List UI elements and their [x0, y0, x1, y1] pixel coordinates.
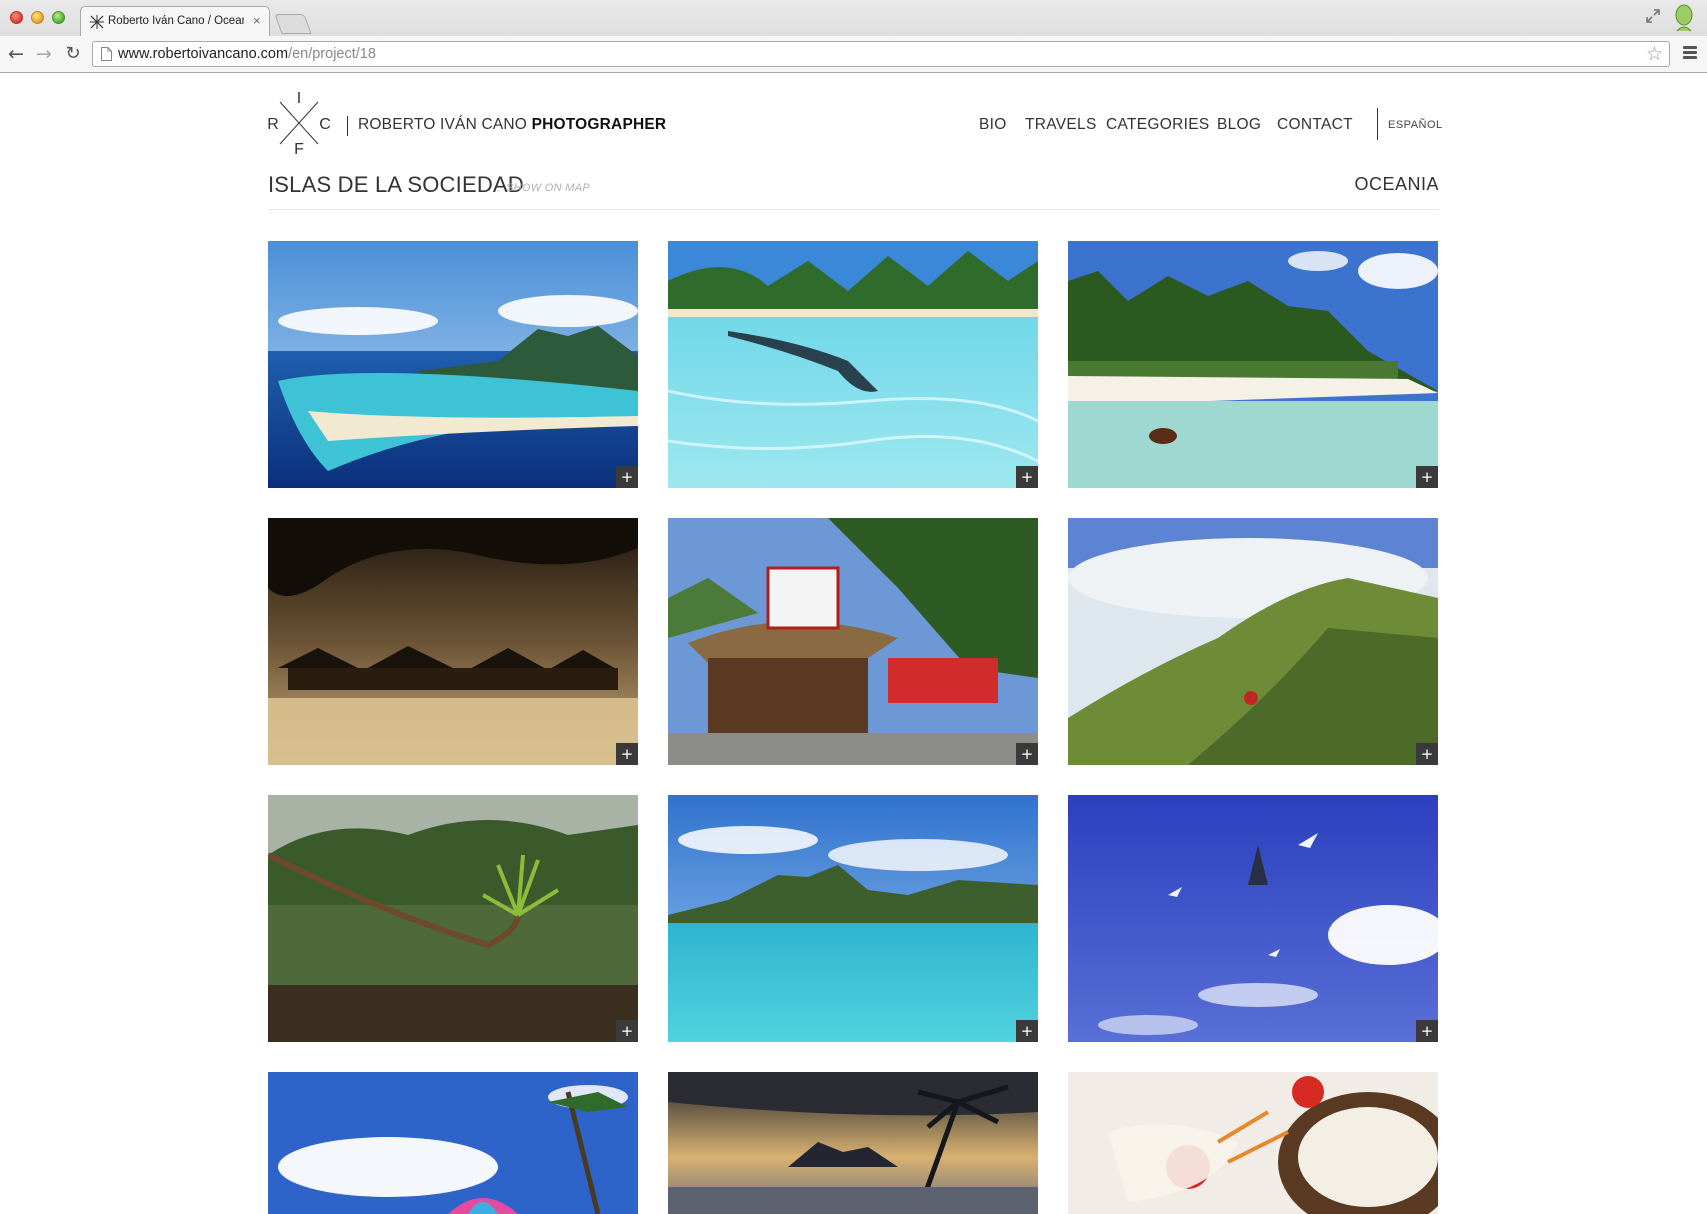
- nav-travels[interactable]: TRAVELS: [1025, 116, 1097, 134]
- nav-bio[interactable]: BIO: [979, 116, 1007, 134]
- photo-image: [668, 1072, 1038, 1214]
- photo-beach-with-dog[interactable]: +: [1068, 241, 1438, 488]
- photo-poisson-cru-coconut[interactable]: [1068, 1072, 1438, 1214]
- photo-beach-umbrellas[interactable]: [268, 1072, 638, 1214]
- profile-avatar-icon[interactable]: [1674, 4, 1694, 32]
- site-favicon-icon: [90, 15, 104, 29]
- photo-image: [1068, 518, 1438, 765]
- minimize-window-button[interactable]: [31, 11, 44, 24]
- photo-bora-bora-aerial[interactable]: +: [268, 241, 638, 488]
- project-title: ISLAS DE LA SOCIEDAD: [268, 172, 524, 197]
- new-tab-button[interactable]: [274, 14, 312, 34]
- close-window-button[interactable]: [10, 11, 23, 24]
- logo-letter-right: C: [319, 116, 330, 133]
- photo-image: [668, 795, 1038, 1042]
- nav-categories[interactable]: CATEGORIES: [1106, 116, 1209, 134]
- forward-arrow-icon[interactable]: →: [34, 44, 54, 64]
- photo-jungle-pandanus[interactable]: +: [268, 795, 638, 1042]
- photo-tiki-souvenir-shop[interactable]: +: [668, 518, 1038, 765]
- browser-toolbar: ← → ↻ www.robertoivancano.com/en/project…: [0, 36, 1707, 72]
- photo-sunset-palms[interactable]: [668, 1072, 1038, 1214]
- expand-photo-button[interactable]: +: [1016, 466, 1038, 488]
- bookmark-star-icon[interactable]: ☆: [1646, 43, 1663, 65]
- show-on-map-link[interactable]: SHOW ON MAP: [506, 182, 590, 194]
- browser-chrome: Roberto Iván Cano / Oceania × ← → ↻ www.…: [0, 0, 1707, 73]
- expand-photo-button[interactable]: +: [1016, 1020, 1038, 1042]
- photo-image: [268, 795, 638, 1042]
- expand-photo-button[interactable]: +: [1016, 743, 1038, 765]
- address-bar[interactable]: www.robertoivancano.com/en/project/18 ☆: [92, 41, 1670, 67]
- logo-divider: [347, 116, 348, 136]
- nav-blog[interactable]: BLOG: [1217, 116, 1261, 134]
- expand-photo-button[interactable]: +: [616, 743, 638, 765]
- photo-image: [1068, 241, 1438, 488]
- page-icon: [101, 47, 112, 61]
- expand-photo-button[interactable]: +: [1416, 743, 1438, 765]
- language-switch-link[interactable]: ESPAÑOL: [1388, 119, 1443, 131]
- logo-letter-top: I: [297, 90, 301, 107]
- photo-image: [1068, 1072, 1438, 1214]
- photo-image: [668, 241, 1038, 488]
- site-name-role: PHOTOGRAPHER: [531, 116, 667, 133]
- expand-photo-button[interactable]: +: [616, 466, 638, 488]
- close-tab-icon[interactable]: ×: [253, 13, 261, 28]
- url-path: /en/project/18: [288, 46, 376, 62]
- fullscreen-icon[interactable]: [1645, 8, 1661, 24]
- region-link[interactable]: OCEANIA: [1354, 174, 1439, 195]
- expand-photo-button[interactable]: +: [1416, 466, 1438, 488]
- url-text: www.robertoivancano.com/en/project/18: [118, 46, 376, 62]
- photo-swimmer-in-lagoon[interactable]: +: [668, 241, 1038, 488]
- back-arrow-icon[interactable]: ←: [6, 44, 26, 64]
- photo-image: [668, 518, 1038, 765]
- browser-menu-icon[interactable]: [1683, 46, 1697, 60]
- site-name-person: ROBERTO IVÁN CANO: [358, 116, 528, 133]
- tab-strip: Roberto Iván Cano / Oceania ×: [0, 0, 1707, 36]
- tab-title: Roberto Iván Cano / Oceania: [108, 15, 244, 27]
- reload-icon[interactable]: ↻: [63, 44, 83, 64]
- photo-image: [268, 518, 638, 765]
- logo-letter-bottom: F: [294, 141, 304, 156]
- photo-image: [268, 1072, 638, 1214]
- expand-photo-button[interactable]: +: [1416, 1020, 1438, 1042]
- nav-contact[interactable]: CONTACT: [1277, 116, 1353, 134]
- title-divider: [268, 209, 1439, 210]
- photo-image: [268, 241, 638, 488]
- zoom-window-button[interactable]: [52, 11, 65, 24]
- url-host: www.robertoivancano.com: [118, 46, 289, 62]
- expand-photo-button[interactable]: +: [616, 1020, 638, 1042]
- photo-birds-blue-sky[interactable]: +: [1068, 795, 1438, 1042]
- photo-overwater-bungalows-sunset[interactable]: +: [268, 518, 638, 765]
- photo-mount-otemanu-lagoon[interactable]: +: [668, 795, 1038, 1042]
- site-name[interactable]: ROBERTO IVÁN CANO PHOTOGRAPHER: [358, 116, 666, 134]
- language-divider: [1377, 108, 1378, 140]
- logo-letter-left: R: [268, 116, 279, 133]
- photo-misty-mountain-hiker[interactable]: +: [1068, 518, 1438, 765]
- site-logo-mark[interactable]: I R C F: [268, 90, 330, 156]
- browser-tab[interactable]: Roberto Iván Cano / Oceania ×: [80, 6, 270, 36]
- photo-image: [1068, 795, 1438, 1042]
